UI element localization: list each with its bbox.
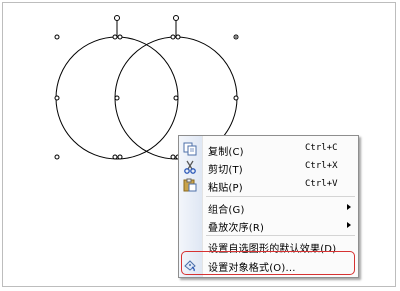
menu-item-cut[interactable]: 剪切(T) Ctrl+X — [179, 158, 358, 176]
resize-handle[interactable] — [117, 34, 123, 40]
paste-icon — [183, 178, 197, 192]
menu-item-order[interactable]: 叠放次序(R) — [179, 216, 358, 234]
menu-item-shortcut: Ctrl+V — [305, 179, 338, 189]
resize-handle[interactable] — [54, 95, 60, 101]
resize-handle[interactable] — [173, 95, 179, 101]
menu-separator — [206, 196, 355, 197]
resize-handle[interactable] — [54, 34, 60, 40]
menu-item-shortcut: Ctrl+C — [305, 143, 338, 153]
rotation-handle-left[interactable] — [114, 15, 120, 21]
menu-item-label: 复制(C) — [208, 147, 244, 158]
menu-item-shortcut: Ctrl+X — [305, 161, 338, 171]
resize-handle[interactable] — [112, 34, 118, 40]
resize-handle[interactable] — [54, 154, 60, 160]
menu-item-label: 组合(G) — [208, 205, 245, 216]
resize-handle[interactable] — [233, 95, 239, 101]
submenu-arrow-icon — [347, 222, 351, 228]
menu-item-copy[interactable]: 复制(C) Ctrl+C — [179, 140, 358, 158]
menu-item-label: 剪切(T) — [208, 165, 243, 176]
resize-handle[interactable] — [114, 95, 120, 101]
copy-icon — [183, 142, 197, 156]
resize-handle[interactable] — [175, 34, 181, 40]
scissors-icon — [183, 160, 197, 174]
menu-item-label: 叠放次序(R) — [208, 223, 265, 234]
menu-item-label: 粘贴(P) — [208, 183, 243, 194]
highlight-box — [181, 251, 355, 275]
resize-handle[interactable] — [117, 154, 123, 160]
resize-handle[interactable] — [170, 34, 176, 40]
handle-dot — [235, 36, 237, 38]
menu-item-group[interactable]: 组合(G) — [179, 198, 358, 216]
submenu-arrow-icon — [347, 204, 351, 210]
rotation-handle-right[interactable] — [173, 15, 179, 21]
menu-item-paste[interactable]: 粘贴(P) Ctrl+V — [179, 176, 358, 194]
resize-handle[interactable] — [112, 154, 118, 160]
resize-handle[interactable] — [170, 154, 176, 160]
menu-separator — [206, 235, 355, 236]
